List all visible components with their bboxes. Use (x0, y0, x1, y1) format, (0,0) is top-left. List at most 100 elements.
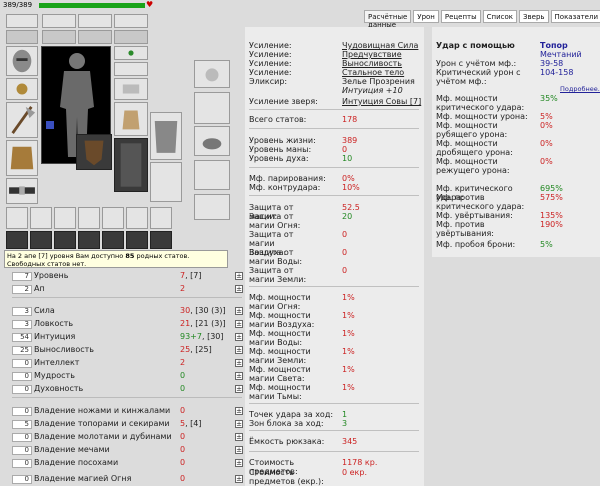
stat-label: Сила (34, 306, 55, 315)
shield-slot[interactable] (76, 134, 112, 170)
slot-bottom-8[interactable] (6, 231, 28, 249)
pet-potion-slot[interactable] (194, 60, 230, 88)
plus-minus-button[interactable]: ± (235, 459, 243, 467)
magic-row-label: Мф. мощности магии Огня: (249, 293, 311, 311)
stat-input[interactable]: 0 (12, 459, 32, 468)
stat-value: 2 (180, 284, 185, 293)
tab-4[interactable]: Зверь (519, 10, 549, 23)
defense-row-value: 52.5 (342, 203, 360, 212)
slot-top-7[interactable] (78, 30, 112, 44)
shirt-slot[interactable] (150, 112, 182, 160)
cloak-slot[interactable] (150, 162, 182, 202)
boots-slot[interactable] (114, 138, 148, 192)
necklace-slot[interactable] (114, 62, 148, 76)
defense-row-value: 0 (342, 248, 348, 257)
buff-row-label: Усиление: (249, 59, 292, 68)
stat-value-extra: , [30] (201, 332, 224, 341)
slot-top-8[interactable] (114, 30, 148, 44)
slot-bottom-11[interactable] (78, 231, 100, 249)
slot-bottom-1[interactable] (6, 207, 28, 229)
buff-row-value: Чудовищная Сила (342, 41, 419, 50)
plus-minus-button[interactable]: ± (235, 407, 243, 415)
plus-minus-button[interactable]: ± (235, 346, 243, 354)
stat-row: 0 Владение посохами 0 ± (10, 458, 243, 469)
gloves-slot[interactable] (114, 102, 148, 136)
armor-slot[interactable] (6, 140, 38, 176)
slot-bottom-12[interactable] (102, 231, 124, 249)
magic-row-label: Мф. мощности магии Воды: (249, 329, 311, 347)
plus-minus-button[interactable]: ± (235, 359, 243, 367)
slot-bottom-3[interactable] (54, 207, 76, 229)
slot-top-5[interactable] (6, 30, 38, 44)
slot-bottom-13[interactable] (126, 231, 148, 249)
weapon-slot[interactable] (6, 102, 38, 138)
slot-bottom-7[interactable] (150, 207, 172, 229)
tab-2[interactable]: Рецепты (440, 10, 481, 23)
slot-bottom-14[interactable] (150, 231, 172, 249)
stat-input[interactable]: 0 (12, 475, 32, 484)
slot-top-4[interactable] (114, 14, 148, 28)
slot-bottom-4[interactable] (78, 207, 100, 229)
stat-input[interactable]: 3 (12, 320, 32, 329)
plus-minus-button[interactable]: ± (235, 285, 243, 293)
pet-slot-2[interactable] (194, 92, 230, 124)
stat-value-main: 0 (180, 474, 186, 483)
pet-slot-4[interactable] (194, 160, 230, 190)
slot-bottom-5[interactable] (102, 207, 124, 229)
stat-input[interactable]: 3 (12, 307, 32, 316)
tab-3[interactable]: Список (482, 10, 518, 23)
stat-row: 0 Мудрость 0 ± (10, 371, 243, 382)
stat-input[interactable]: 0 (12, 385, 32, 394)
stat-label: Ловкость (34, 319, 74, 328)
plus-minus-button[interactable]: ± (235, 420, 243, 428)
helmet-slot[interactable] (6, 46, 38, 76)
stat-input[interactable]: 54 (12, 333, 32, 342)
stat-label: Интуиция (34, 332, 76, 341)
crit-damage-row-value: 104-158 (540, 68, 574, 77)
tab-5[interactable]: Показатели (550, 10, 600, 23)
slot-top-3[interactable] (78, 14, 112, 28)
slot-top-2[interactable] (42, 14, 76, 28)
slot-bottom-2[interactable] (30, 207, 52, 229)
stat-input[interactable]: 0 (12, 359, 32, 368)
pet-slot-5[interactable] (194, 194, 230, 220)
stat-input[interactable]: 7 (12, 272, 32, 281)
plus-minus-button[interactable]: ± (235, 372, 243, 380)
stat-input[interactable]: 0 (12, 372, 32, 381)
plus-minus-button[interactable]: ± (235, 307, 243, 315)
stat-input[interactable]: 25 (12, 346, 32, 355)
stat-row: 3 Ловкость 21, [21 (3)] ± (10, 319, 243, 330)
stat-label: Владение мечами (34, 445, 110, 454)
amulet-slot[interactable] (6, 78, 38, 100)
stat-value-main: 25 (180, 345, 191, 354)
details-link[interactable]: Подробнее... (560, 85, 600, 94)
tab-1[interactable]: Урон (413, 10, 439, 23)
bracer-slot[interactable] (114, 78, 148, 100)
pet-slot-3[interactable] (194, 126, 230, 156)
slot-bottom-6[interactable] (126, 207, 148, 229)
stat-value: 93+7, [30] (180, 332, 224, 341)
slot-bottom-9[interactable] (30, 231, 52, 249)
slot-bottom-10[interactable] (54, 231, 76, 249)
stat-value: 0 (180, 406, 185, 415)
stat-input[interactable]: 0 (12, 446, 32, 455)
stat-input[interactable]: 5 (12, 420, 32, 429)
plus-minus-button[interactable]: ± (235, 446, 243, 454)
stat-input[interactable]: 0 (12, 433, 32, 442)
plus-minus-button[interactable]: ± (235, 333, 243, 341)
stat-input[interactable]: 0 (12, 407, 32, 416)
magic-row-value: 1% (342, 311, 355, 320)
belt-slot[interactable] (6, 178, 38, 204)
stat-input[interactable]: 2 (12, 285, 32, 294)
buff-row-label: Усиление: (249, 41, 292, 50)
tab-0[interactable]: Расчётные данные (364, 10, 412, 29)
earring-slot[interactable] (114, 46, 148, 60)
plus-minus-button[interactable]: ± (235, 385, 243, 393)
plus-minus-button[interactable]: ± (235, 320, 243, 328)
plus-minus-button[interactable]: ± (235, 475, 243, 483)
slot-top-6[interactable] (42, 30, 76, 44)
plus-minus-button[interactable]: ± (235, 272, 243, 280)
slot-top-1[interactable] (6, 14, 38, 28)
armor-icon (10, 146, 34, 170)
plus-minus-button[interactable]: ± (235, 433, 243, 441)
